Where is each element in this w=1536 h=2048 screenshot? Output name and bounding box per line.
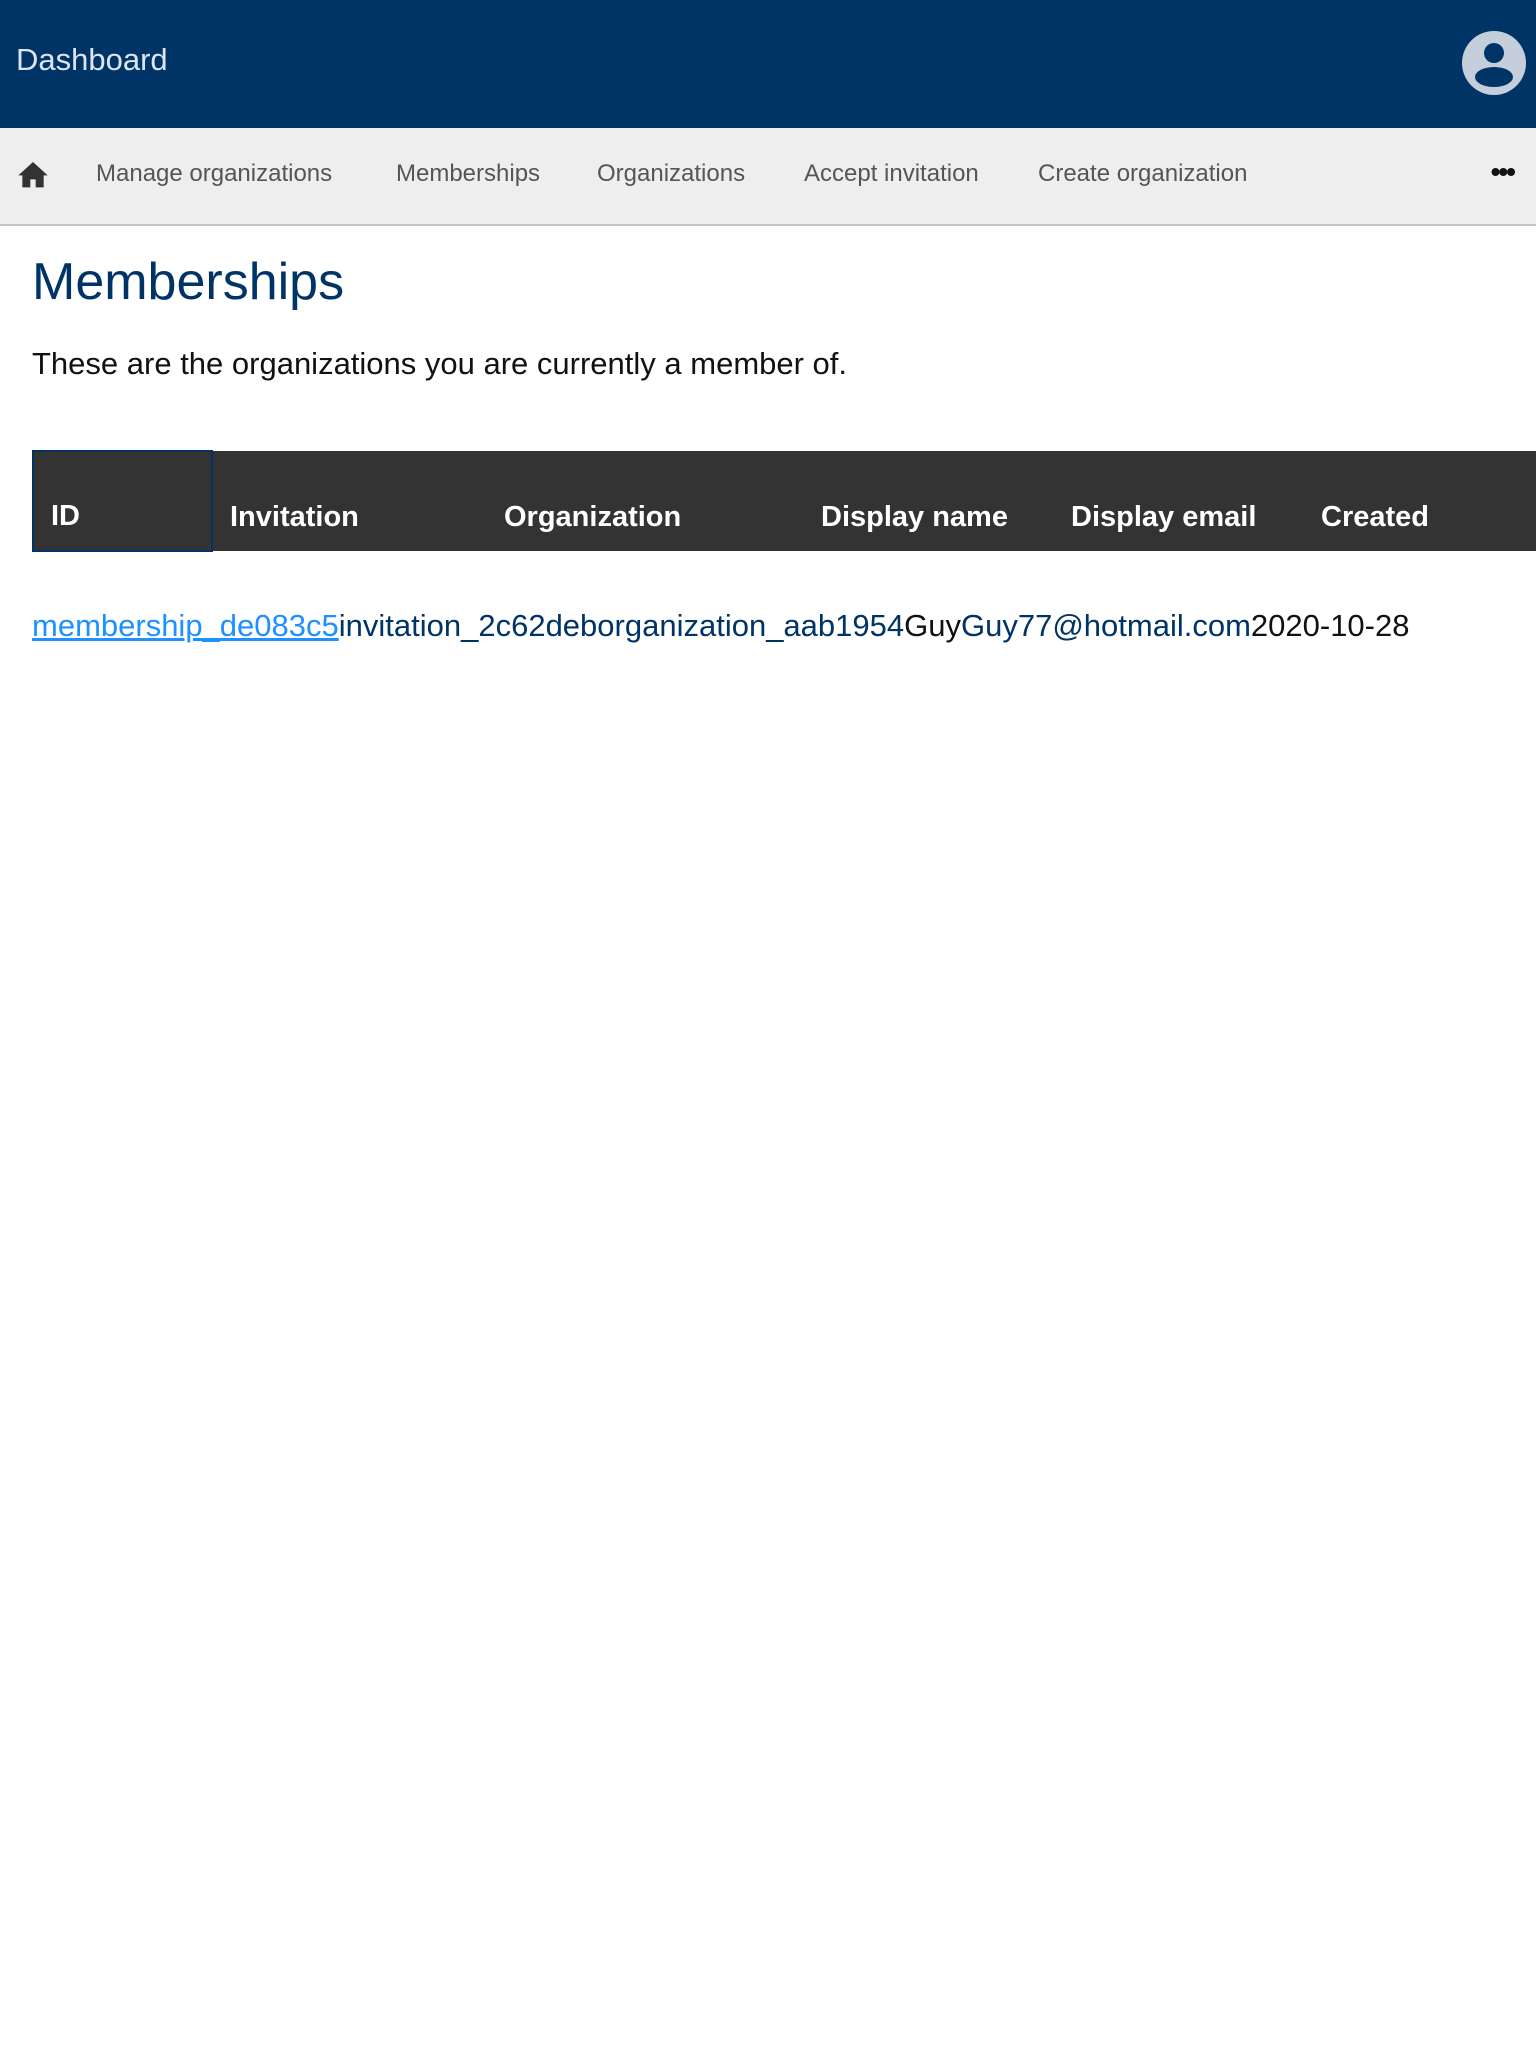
- created-cell: 2020-10-28: [1250, 608, 1410, 643]
- col-organization[interactable]: Organization: [487, 451, 804, 551]
- display-name-cell: Guy: [904, 608, 961, 643]
- more-icon[interactable]: •••: [1491, 156, 1516, 188]
- col-created[interactable]: Created: [1304, 451, 1536, 551]
- memberships-table: ID Invitation Organization Display name …: [32, 450, 1536, 552]
- app-title[interactable]: Dashboard: [16, 42, 168, 78]
- user-circle-icon[interactable]: [1462, 31, 1526, 95]
- nav-create-organization[interactable]: Create organization: [1038, 160, 1247, 188]
- nav-bar: Manage organizations Memberships Organiz…: [0, 128, 1536, 226]
- page-title: Memberships: [32, 253, 345, 311]
- col-invitation[interactable]: Invitation: [212, 451, 487, 551]
- col-display-name[interactable]: Display name: [804, 451, 1054, 551]
- page-intro: These are the organizations you are curr…: [32, 346, 848, 381]
- display-email-cell: Guy77@hotmail.com: [960, 608, 1251, 643]
- organization-cell: organization_aab1954: [597, 608, 905, 643]
- nav-memberships[interactable]: Memberships: [396, 160, 540, 188]
- invitation-cell: invitation_2c62deb: [338, 608, 598, 643]
- table-row: membership_de083c5invitation_2c62deborga…: [32, 608, 1409, 644]
- membership-id-link[interactable]: membership_de083c5: [32, 608, 339, 643]
- col-display-email[interactable]: Display email: [1054, 451, 1304, 551]
- nav-organizations[interactable]: Organizations: [597, 160, 745, 188]
- home-icon[interactable]: [16, 158, 50, 190]
- top-bar: Dashboard: [0, 0, 1536, 128]
- nav-manage-organizations[interactable]: Manage organizations: [96, 160, 332, 188]
- table-header-row: ID Invitation Organization Display name …: [32, 450, 1536, 552]
- col-id[interactable]: ID: [32, 450, 213, 552]
- nav-accept-invitation[interactable]: Accept invitation: [804, 160, 979, 188]
